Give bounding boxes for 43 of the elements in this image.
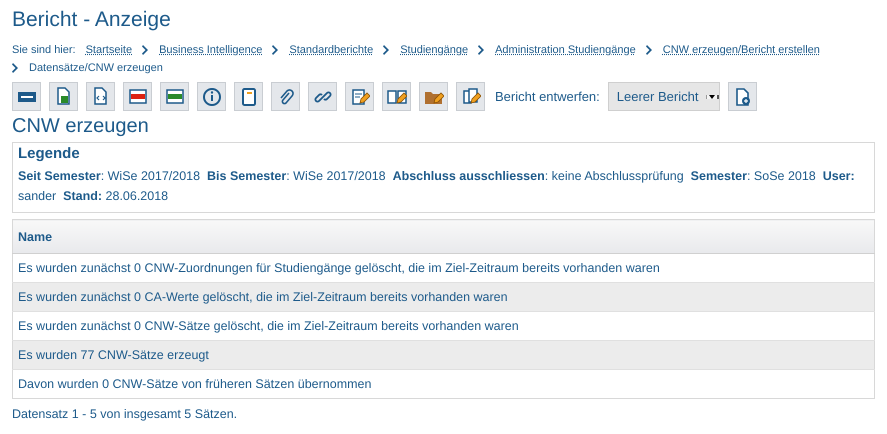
column-header: Name	[12, 220, 874, 254]
chevron-icon	[383, 45, 390, 55]
design-label: Bericht entwerfen:	[495, 89, 600, 104]
toolbar-button[interactable]	[419, 82, 448, 111]
report-dropdown[interactable]: Leerer Bericht	[608, 82, 720, 111]
new-report-button[interactable]	[728, 82, 758, 111]
caret-icon	[709, 94, 716, 98]
breadcrumb-link[interactable]: Standardberichte	[289, 44, 374, 56]
breadcrumb-label: Sie sind hier:	[12, 44, 76, 56]
toolbar-button[interactable]	[86, 82, 115, 111]
chevron-icon	[12, 63, 19, 73]
toolbar-button[interactable]	[382, 82, 411, 111]
chevron-icon	[646, 45, 653, 55]
legend-title: Legende	[18, 145, 81, 162]
breadcrumb-current: Datensätze/CNW erzeugen	[29, 62, 163, 74]
section-heading: CNW erzeugen	[12, 115, 150, 138]
breadcrumb-link[interactable]: Startseite	[86, 44, 132, 56]
table-cell: Es wurden zunächst 0 CA-Werte gelöscht, die im Ziel-Zeitraum bereits vorhanden waren	[12, 282, 874, 312]
breadcrumb-link[interactable]: Studiengänge	[400, 44, 468, 56]
table-cell: Es wurden 77 CNW-Sätze erzeugt	[12, 340, 874, 370]
breadcrumb-link[interactable]: CNW erzeugen/Bericht erstellen	[662, 44, 820, 56]
toolbar-button[interactable]	[234, 82, 263, 111]
toolbar-button[interactable]	[456, 82, 485, 111]
edit-doc-icon	[350, 86, 370, 106]
edit-copy-icon	[460, 86, 480, 106]
toolbar-button[interactable]	[345, 82, 374, 111]
chevron-icon	[142, 45, 150, 55]
breadcrumb-link[interactable]: Business Intelligence	[159, 44, 262, 56]
chevron-icon	[272, 45, 280, 55]
table-cell: Davon wurden 0 CNW-Sätze von früheren Sätzen übernommen	[12, 370, 874, 398]
toolbar-button[interactable]	[197, 82, 226, 111]
toolbar-button[interactable]	[123, 82, 152, 111]
chevron-icon	[478, 45, 486, 55]
toolbar-button[interactable]	[271, 82, 300, 111]
info-icon	[202, 86, 222, 106]
toolbar-button[interactable]	[308, 82, 337, 111]
toolbar-button[interactable]	[160, 82, 189, 111]
page-title: Bericht - Anzeige	[12, 8, 172, 32]
toolbar-button[interactable]	[49, 82, 78, 111]
legend-text: Seit Semester: WiSe 2017/2018 Bis Semester: WiSe 2017/2018 Abschluss ausschliessen: keine Abschlussprüfung Semester: SoSe 2018 User: sander Stand: 28.06.2018	[18, 168, 856, 205]
toolbar-button[interactable]	[12, 82, 41, 111]
record-count: Datensatz 1 - 5 von insgesamt 5 Sätzen.	[12, 407, 238, 421]
breadcrumb-link[interactable]: Administration Studiengänge	[495, 44, 636, 56]
